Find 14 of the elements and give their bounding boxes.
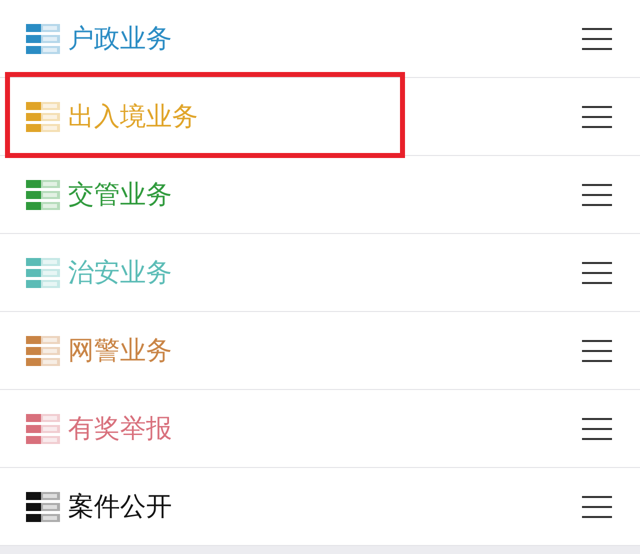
menu-icon[interactable] <box>582 340 612 362</box>
menu-icon[interactable] <box>582 262 612 284</box>
menu-item-label[interactable]: 治安业务 <box>68 260 172 286</box>
menu-item-label[interactable]: 网警业务 <box>68 338 172 364</box>
menu-icon[interactable] <box>582 184 612 206</box>
menu-icon[interactable] <box>582 106 612 128</box>
menu-item-label[interactable]: 交管业务 <box>68 182 172 208</box>
menu-item-label[interactable]: 出入境业务 <box>68 104 198 130</box>
menu-item-label[interactable]: 案件公开 <box>68 494 172 520</box>
menu-icon[interactable] <box>582 496 612 518</box>
menu-icon[interactable] <box>582 418 612 440</box>
menu-icon[interactable] <box>582 28 612 50</box>
menu-item-label[interactable]: 户政业务 <box>68 26 172 52</box>
menu-item-label[interactable]: 有奖举报 <box>68 416 172 442</box>
